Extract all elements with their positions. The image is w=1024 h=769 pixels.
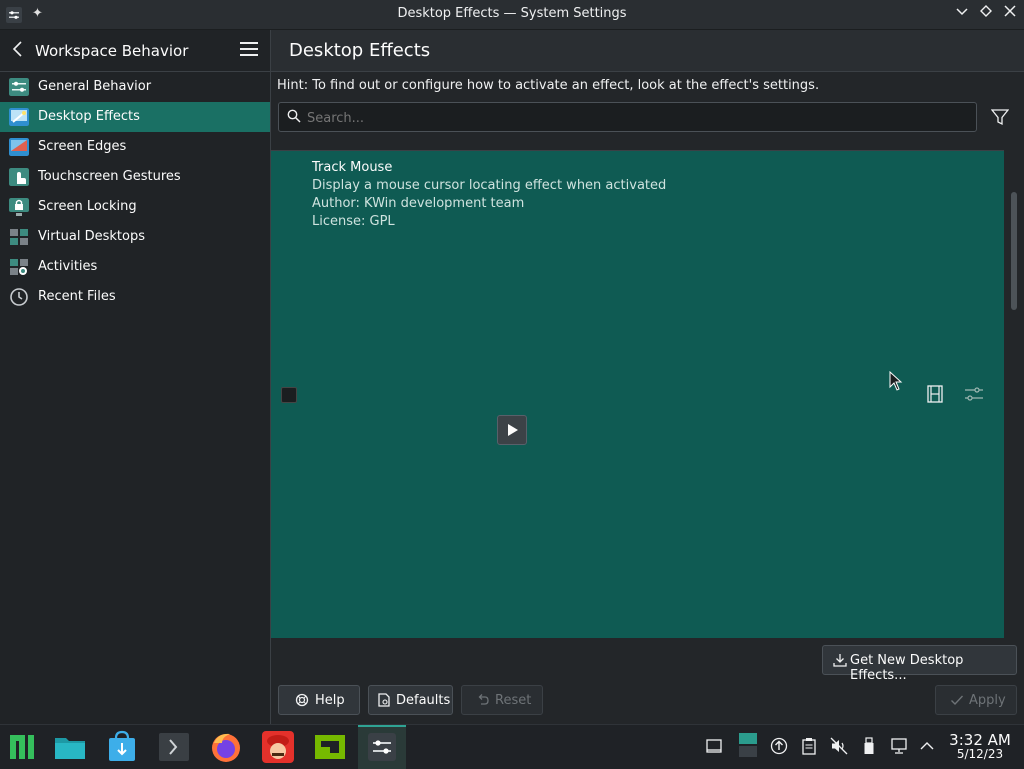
sidebar-item-label: Desktop Effects [38, 109, 140, 124]
sidebar-item-screen-edges[interactable]: Screen Edges [0, 132, 270, 162]
sidebar: Workspace Behavior General Behavior Desk… [0, 30, 271, 724]
touchscreen-gestures-icon [9, 168, 29, 186]
sidebar-item-label: Screen Edges [38, 139, 127, 154]
show-desktop-icon[interactable] [705, 737, 723, 755]
reset-label: Reset [495, 693, 532, 708]
main-content: Desktop Effects Hint: To find out or con… [271, 30, 1024, 724]
hamburger-menu-icon[interactable] [240, 42, 258, 56]
reset-button[interactable]: Reset [461, 685, 543, 715]
clock-date: 5/12/23 [956, 747, 1004, 761]
page-header: Desktop Effects [271, 30, 1024, 72]
window-title: Desktop Effects — System Settings [397, 6, 627, 21]
terminal-icon[interactable] [156, 729, 192, 765]
diamond-icon [980, 5, 992, 17]
defaults-button[interactable]: Defaults [368, 685, 453, 715]
virtual-desktops-icon [10, 229, 28, 245]
checkmark-icon [951, 695, 964, 706]
filter-icon[interactable] [991, 108, 1009, 126]
page-title: Desktop Effects [289, 40, 431, 61]
get-new-effects-label: Get New Desktop Effects... [850, 653, 964, 683]
usb-device-icon[interactable] [860, 737, 878, 755]
sidebar-item-label: Recent Files [38, 289, 116, 304]
sidebar-title: Workspace Behavior [35, 42, 189, 60]
effect-enable-checkbox[interactable] [281, 387, 297, 403]
search-input[interactable] [305, 107, 969, 129]
pager-icon[interactable] [738, 732, 758, 758]
sidebar-item-virtual-desktops[interactable]: Virtual Desktops [0, 222, 270, 252]
sidebar-item-label: Activities [38, 259, 98, 274]
apply-label: Apply [969, 693, 1006, 708]
configure-effect-icon[interactable] [964, 385, 984, 403]
minimize-button[interactable] [953, 5, 971, 23]
sidebar-item-desktop-effects[interactable]: Desktop Effects [0, 102, 270, 132]
updates-icon[interactable] [770, 737, 788, 755]
effects-scrollbar[interactable] [1006, 150, 1024, 637]
screen-edges-icon [9, 138, 29, 156]
help-button[interactable]: Help [278, 685, 360, 715]
system-settings-task-icon [368, 733, 396, 761]
effect-license: License: GPL [312, 214, 395, 229]
effects-list: Track Mouse Display a mouse cursor locat… [271, 150, 1004, 638]
help-icon [295, 693, 309, 707]
sidebar-item-activities[interactable]: Activities [0, 252, 270, 282]
hint-text: Hint: To find out or configure how to ac… [277, 78, 820, 93]
back-button[interactable] [12, 41, 24, 61]
sidebar-item-label: Virtual Desktops [38, 229, 145, 244]
search-icon [287, 109, 301, 123]
sidebar-item-recent-files[interactable]: Recent Files [0, 282, 270, 312]
close-icon [1004, 5, 1016, 17]
digital-clock[interactable]: 3:32 AM 5/12/23 [948, 731, 1012, 761]
get-new-effects-button[interactable]: Get New Desktop Effects... [822, 645, 1017, 683]
activities-icon [10, 259, 28, 275]
clipboard-icon[interactable] [800, 737, 818, 755]
window-titlebar: ✦ Desktop Effects — System Settings [0, 0, 1024, 30]
play-preview-button[interactable] [497, 415, 527, 445]
play-icon [508, 424, 518, 436]
discover-store-icon[interactable] [104, 729, 140, 765]
taskbar: 3:32 AM 5/12/23 [0, 724, 1024, 769]
search-field[interactable] [278, 102, 977, 132]
close-button[interactable] [1001, 5, 1019, 23]
chevron-up-icon[interactable] [918, 737, 936, 755]
desktop-effects-icon [9, 108, 29, 126]
sidebar-item-screen-locking[interactable]: Screen Locking [0, 192, 270, 222]
download-icon [833, 654, 847, 667]
taskbar-active-task[interactable] [358, 725, 406, 769]
mouse-cursor-icon [889, 371, 903, 391]
apply-button[interactable]: Apply [935, 685, 1017, 715]
volume-muted-icon[interactable] [830, 737, 848, 755]
app-launcher-icon[interactable] [4, 729, 40, 765]
firefox-icon[interactable] [208, 729, 244, 765]
sidebar-item-label: General Behavior [38, 79, 152, 94]
defaults-label: Defaults [396, 693, 451, 708]
screen-locking-icon [9, 198, 29, 216]
sidebar-item-general-behavior[interactable]: General Behavior [0, 72, 270, 102]
effect-name: Track Mouse [312, 160, 393, 175]
nvidia-geforce-icon[interactable] [312, 729, 348, 765]
sidebar-item-label: Screen Locking [38, 199, 137, 214]
effect-author: Author: KWin development team [312, 196, 525, 211]
sidebar-header: Workspace Behavior [0, 30, 270, 72]
maximize-button[interactable] [977, 5, 995, 23]
help-label: Help [315, 693, 345, 708]
sidebar-item-touchscreen-gestures[interactable]: Touchscreen Gestures [0, 162, 270, 192]
network-wired-icon[interactable] [890, 737, 908, 755]
undo-icon [478, 694, 489, 705]
effect-description: Display a mouse cursor locating effect w… [312, 178, 667, 193]
sidebar-item-label: Touchscreen Gestures [38, 169, 181, 184]
general-behavior-icon [9, 78, 29, 96]
chevron-down-icon [956, 8, 968, 16]
mario-game-icon[interactable] [260, 729, 296, 765]
file-manager-icon[interactable] [52, 729, 88, 765]
scrollbar-thumb[interactable] [1011, 192, 1017, 310]
document-defaults-icon [378, 693, 390, 707]
chevron-left-icon [12, 41, 22, 57]
recent-files-icon [10, 288, 28, 306]
video-preview-icon[interactable] [926, 385, 944, 403]
